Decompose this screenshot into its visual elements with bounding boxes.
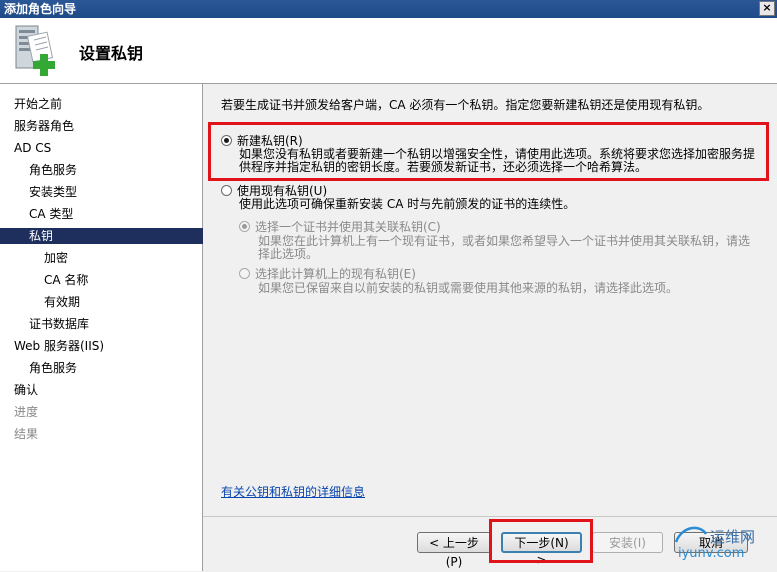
sidebar-item-label: 有效期 — [44, 295, 81, 309]
sidebar-item-results: 结果 — [0, 426, 216, 442]
sidebar-item-progress: 进度 — [0, 404, 216, 420]
sidebar-item-label: 私钥 — [29, 229, 54, 243]
sidebar-item-ad-cs[interactable]: AD CS — [0, 140, 216, 156]
sidebar-item-private-key[interactable]: 私钥 — [0, 228, 231, 244]
main-content: 若要生成证书并颁发给客户端，CA 必须有一个私钥。指定您要新建私钥还是使用现有私… — [203, 84, 777, 516]
key-info-link[interactable]: 有关公钥和私钥的详细信息 — [221, 483, 365, 500]
wizard-steps-sidebar: 开始之前 服务器角色 AD CS 角色服务 安装类型 CA 类型 私钥 加密 C… — [0, 84, 231, 571]
sidebar-item-ca-type[interactable]: CA 类型 — [0, 206, 231, 222]
sidebar-item-certificate-database[interactable]: 证书数据库 — [0, 316, 231, 332]
window-titlebar: 添加角色向导 × — [0, 0, 777, 18]
install-button: 安装(I) — [592, 532, 663, 553]
sidebar-item-label: Web 服务器(IIS) — [14, 339, 105, 353]
sidebar-item-label: 安装类型 — [29, 185, 78, 199]
select-existing-key-radio — [239, 268, 250, 279]
new-private-key-description: 如果您没有私钥或者要新建一个私钥以增强安全性，请使用此选项。系统将要求您选择加密… — [239, 147, 756, 174]
server-add-role-icon — [15, 25, 55, 76]
sidebar-item-label: 证书数据库 — [29, 317, 90, 331]
sidebar-item-label: 服务器角色 — [14, 119, 75, 133]
close-button[interactable]: × — [759, 1, 775, 16]
select-existing-key-description: 如果您已保留来自以前安装的私钥或需要使用其他来源的私钥，请选择此选项。 — [258, 281, 679, 295]
sidebar-item-label: 确认 — [14, 383, 39, 397]
select-certificate-description: 如果您在此计算机上有一个现有证书，或者如果您希望导入一个证书并使用其关联私钥，请… — [258, 234, 751, 261]
intro-text: 若要生成证书并颁发给客户端，CA 必须有一个私钥。指定您要新建私钥还是使用现有私… — [221, 98, 710, 112]
window-title: 添加角色向导 — [4, 2, 77, 16]
select-certificate-label: 选择一个证书并使用其关联私钥(C) — [255, 220, 441, 234]
existing-private-key-radio[interactable] — [221, 185, 232, 196]
sidebar-item-web-server-iis[interactable]: Web 服务器(IIS) — [0, 338, 216, 354]
cancel-button[interactable]: 取消 — [674, 532, 748, 553]
sidebar-item-server-roles[interactable]: 服务器角色 — [0, 118, 216, 134]
sidebar-item-label: 角色服务 — [29, 163, 78, 177]
sidebar-item-label: 结果 — [14, 427, 39, 441]
sidebar-item-label: 开始之前 — [14, 97, 63, 111]
wizard-footer: < 上一步(P) 下一步(N) > 安装(I) 取消 — [203, 516, 777, 571]
select-existing-key-label: 选择此计算机上的现有私钥(E) — [255, 267, 416, 281]
sidebar-item-confirmation[interactable]: 确认 — [0, 382, 216, 398]
sidebar-item-label: CA 类型 — [29, 207, 74, 221]
sidebar-item-role-services[interactable]: 角色服务 — [0, 162, 231, 178]
sidebar-item-setup-type[interactable]: 安装类型 — [0, 184, 231, 200]
sidebar-item-before-you-begin[interactable]: 开始之前 — [0, 96, 216, 112]
sidebar-item-label: 加密 — [44, 251, 69, 265]
new-private-key-radio[interactable] — [221, 135, 232, 146]
select-certificate-radio — [239, 221, 250, 232]
sidebar-item-label: 角色服务 — [29, 361, 78, 375]
sidebar-item-label: 进度 — [14, 405, 39, 419]
sidebar-item-label: CA 名称 — [44, 273, 89, 287]
sidebar-item-iis-role-services[interactable]: 角色服务 — [0, 360, 231, 376]
existing-private-key-description: 使用此选项可确保重新安装 CA 时与先前颁发的证书的连续性。 — [239, 197, 576, 211]
next-button[interactable]: 下一步(N) > — [501, 532, 582, 567]
page-title: 设置私钥 — [79, 44, 144, 63]
sidebar-item-label: AD CS — [14, 141, 52, 155]
close-icon: × — [762, 1, 772, 14]
wizard-header: 设置私钥 — [0, 18, 777, 84]
previous-button[interactable]: < 上一步(P) — [417, 532, 491, 569]
